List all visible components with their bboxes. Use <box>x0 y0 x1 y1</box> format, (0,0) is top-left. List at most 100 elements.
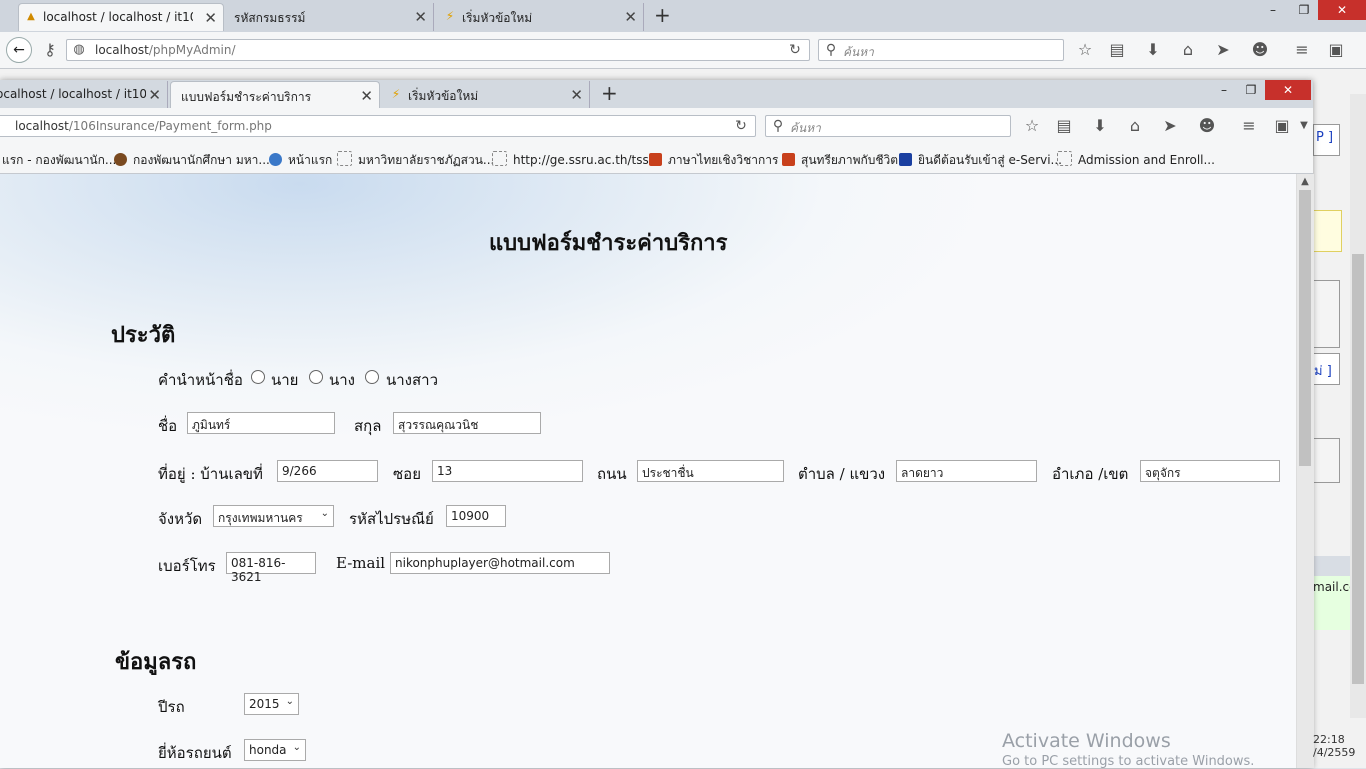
front-nav-bar: localhost/106Insurance/Payment_form.php … <box>0 108 1313 145</box>
globe-icon: ◍ <box>73 42 85 57</box>
back-tab-phpmyadmin[interactable]: ▲ localhost / localhost / it10... ✕ <box>18 3 224 31</box>
clock-date: /4/2559 <box>1313 746 1356 759</box>
addon-icon[interactable]: ▣ <box>1326 40 1346 60</box>
search-placeholder: ค้นหา <box>843 45 874 59</box>
foreground-browser-window: ocalhost / localhost / it10... ✕ แบบฟอร์… <box>0 80 1314 768</box>
bookmark-item[interactable]: ยินดีต้อนรับเข้าสู่ e-Servi... <box>899 151 1062 170</box>
send-icon[interactable]: ➤ <box>1213 40 1233 60</box>
last-name-input[interactable]: สุวรรณคุณวนิช <box>393 412 541 434</box>
page-icon <box>1057 151 1072 166</box>
star-icon[interactable]: ☆ <box>1022 116 1042 136</box>
back-scrollbar-thumb[interactable] <box>1352 254 1364 684</box>
taskbar-clock[interactable]: 22:18 /4/2559 <box>1313 733 1366 759</box>
close-icon[interactable]: ✕ <box>148 86 161 104</box>
download-icon[interactable]: ⬇ <box>1143 40 1163 60</box>
bookmark-item[interactable]: หน้าแรก <box>269 151 332 170</box>
menu-icon[interactable]: ≡ <box>1292 40 1312 60</box>
back-tab-new-topic[interactable]: ⚡ เริ่มหัวข้อใหม่ ✕ <box>438 3 644 31</box>
page-icon <box>337 151 352 166</box>
close-window-button[interactable]: ✕ <box>1265 80 1311 100</box>
chat-icon[interactable]: ☻ <box>1197 116 1217 136</box>
reload-icon[interactable]: ↻ <box>785 40 805 60</box>
road-input[interactable]: ประชาชื่น <box>637 460 784 482</box>
back-tab-bar: ▲ localhost / localhost / it10... ✕ รหัส… <box>0 0 1366 32</box>
close-window-button[interactable]: ✕ <box>1318 0 1366 20</box>
postcode-input[interactable]: 10900 <box>446 505 506 527</box>
maximize-button[interactable]: ❐ <box>1290 0 1318 20</box>
back-tab-policy[interactable]: รหัสกรมธรรม์ ✕ <box>226 3 434 31</box>
addon-icon[interactable]: ▣ <box>1272 116 1292 136</box>
province-selected-value: กรุงเทพมหานคร <box>218 511 303 525</box>
scroll-up-icon[interactable]: ▲ <box>1299 176 1311 187</box>
first-name-label: ชื่อ <box>158 417 178 435</box>
home-icon[interactable]: ⌂ <box>1178 40 1198 60</box>
home-icon[interactable]: ⌂ <box>1125 116 1145 136</box>
new-tab-button[interactable]: + <box>601 81 618 105</box>
logo-icon <box>649 153 662 166</box>
clipboard-icon[interactable]: ▤ <box>1107 40 1127 60</box>
house-no-input[interactable]: 9/266 <box>277 460 378 482</box>
new-tab-button[interactable]: + <box>654 3 671 27</box>
menu-icon[interactable]: ≡ <box>1239 116 1259 136</box>
front-url-bar[interactable]: localhost/106Insurance/Payment_form.php … <box>0 115 756 137</box>
page-scrollbar[interactable]: ▲ <box>1296 174 1314 768</box>
radio-miss[interactable] <box>365 370 379 384</box>
back-page-link-box[interactable]: P ] <box>1313 124 1340 156</box>
download-icon[interactable]: ⬇ <box>1090 116 1110 136</box>
back-url-bar[interactable]: ◍ localhost/phpMyAdmin/ ↻ <box>66 39 810 61</box>
minimize-button[interactable]: – <box>1210 80 1238 100</box>
reload-icon[interactable]: ↻ <box>731 116 751 136</box>
bookmark-item[interactable]: Admission and Enroll... <box>1057 151 1215 167</box>
clipboard-icon[interactable]: ▤ <box>1054 116 1074 136</box>
close-icon[interactable]: ✕ <box>570 86 583 104</box>
front-tab-new-topic[interactable]: ⚡ เริ่มหัวข้อใหม่ ✕ <box>384 81 590 109</box>
first-name-input[interactable]: ภูมินทร์ <box>187 412 335 434</box>
star-icon[interactable]: ☆ <box>1075 40 1095 60</box>
subdistrict-input[interactable]: ลาดยาว <box>896 460 1037 482</box>
radio-miss-label: นางสาว <box>386 371 439 389</box>
tab-label: เริ่มหัวข้อใหม่ <box>408 89 479 103</box>
section-heading-car: ข้อมูลรถ <box>115 649 197 675</box>
bookmark-item[interactable]: แรก - กองพัฒนานัก... <box>2 151 116 170</box>
back-page-header <box>1313 556 1350 576</box>
front-search-box[interactable]: ⚲ ค้นหา <box>765 115 1011 137</box>
email-input[interactable]: nikonphuplayer@hotmail.com <box>390 552 610 574</box>
radio-mrs[interactable] <box>309 370 323 384</box>
back-arrow-icon[interactable]: ← <box>6 37 32 63</box>
bookmark-item[interactable]: http://ge.ssru.ac.th/tss... <box>492 151 660 167</box>
chevron-down-icon[interactable]: ▼ <box>1294 116 1314 136</box>
chat-icon[interactable]: ☻ <box>1250 40 1270 60</box>
radio-mr[interactable] <box>251 370 265 384</box>
back-search-box[interactable]: ⚲ ค้นหา <box>818 39 1064 61</box>
close-icon[interactable]: ✕ <box>204 9 217 27</box>
car-year-select[interactable]: 2015 ⌄ <box>244 693 299 715</box>
page-scrollbar-thumb[interactable] <box>1299 190 1311 466</box>
car-brand-select[interactable]: honda ⌄ <box>244 739 306 761</box>
close-icon[interactable]: ✕ <box>414 8 427 26</box>
front-tab-payment-form[interactable]: แบบฟอร์มชำระค่าบริการ ✕ <box>170 81 380 109</box>
phpmyadmin-icon: ▲ <box>27 11 35 22</box>
province-label: จังหวัด <box>158 510 203 528</box>
bookmark-item[interactable]: มหาวิทยาลัยราชภัฏสวน... <box>337 151 494 170</box>
front-tab-phpmyadmin[interactable]: ocalhost / localhost / it10... ✕ <box>0 81 168 109</box>
close-icon[interactable]: ✕ <box>360 87 373 105</box>
maximize-button[interactable]: ❐ <box>1238 80 1264 100</box>
district-input[interactable]: จตุจักร <box>1140 460 1280 482</box>
soi-input[interactable]: 13 <box>432 460 583 482</box>
subdistrict-label: ตำบล / แขวง <box>798 465 886 483</box>
bookmark-item[interactable]: สุนทรียภาพกับชีวิต <box>782 151 898 170</box>
logo-icon <box>782 153 795 166</box>
minimize-button[interactable]: – <box>1258 0 1288 20</box>
bookmark-item[interactable]: กองพัฒนานักศึกษา มหา... <box>114 151 270 170</box>
close-icon[interactable]: ✕ <box>624 8 637 26</box>
tab-label: ocalhost / localhost / it10... <box>0 87 146 101</box>
last-name-label: สกุล <box>354 417 382 435</box>
back-page-link-box-2[interactable]: ม่ ] <box>1313 353 1340 385</box>
province-select[interactable]: กรุงเทพมหานคร ⌄ <box>213 505 334 527</box>
back-scrollbar[interactable] <box>1350 94 1366 718</box>
chevron-down-icon: ⌄ <box>320 508 329 519</box>
bookmark-item[interactable]: ภาษาไทยเชิงวิชาการ <box>649 151 778 170</box>
phone-input[interactable]: 081-816-3621 <box>226 552 316 584</box>
send-icon[interactable]: ➤ <box>1160 116 1180 136</box>
bookmarks-bar: แรก - กองพัฒนานัก... กองพัฒนานักศึกษา มห… <box>0 144 1313 174</box>
